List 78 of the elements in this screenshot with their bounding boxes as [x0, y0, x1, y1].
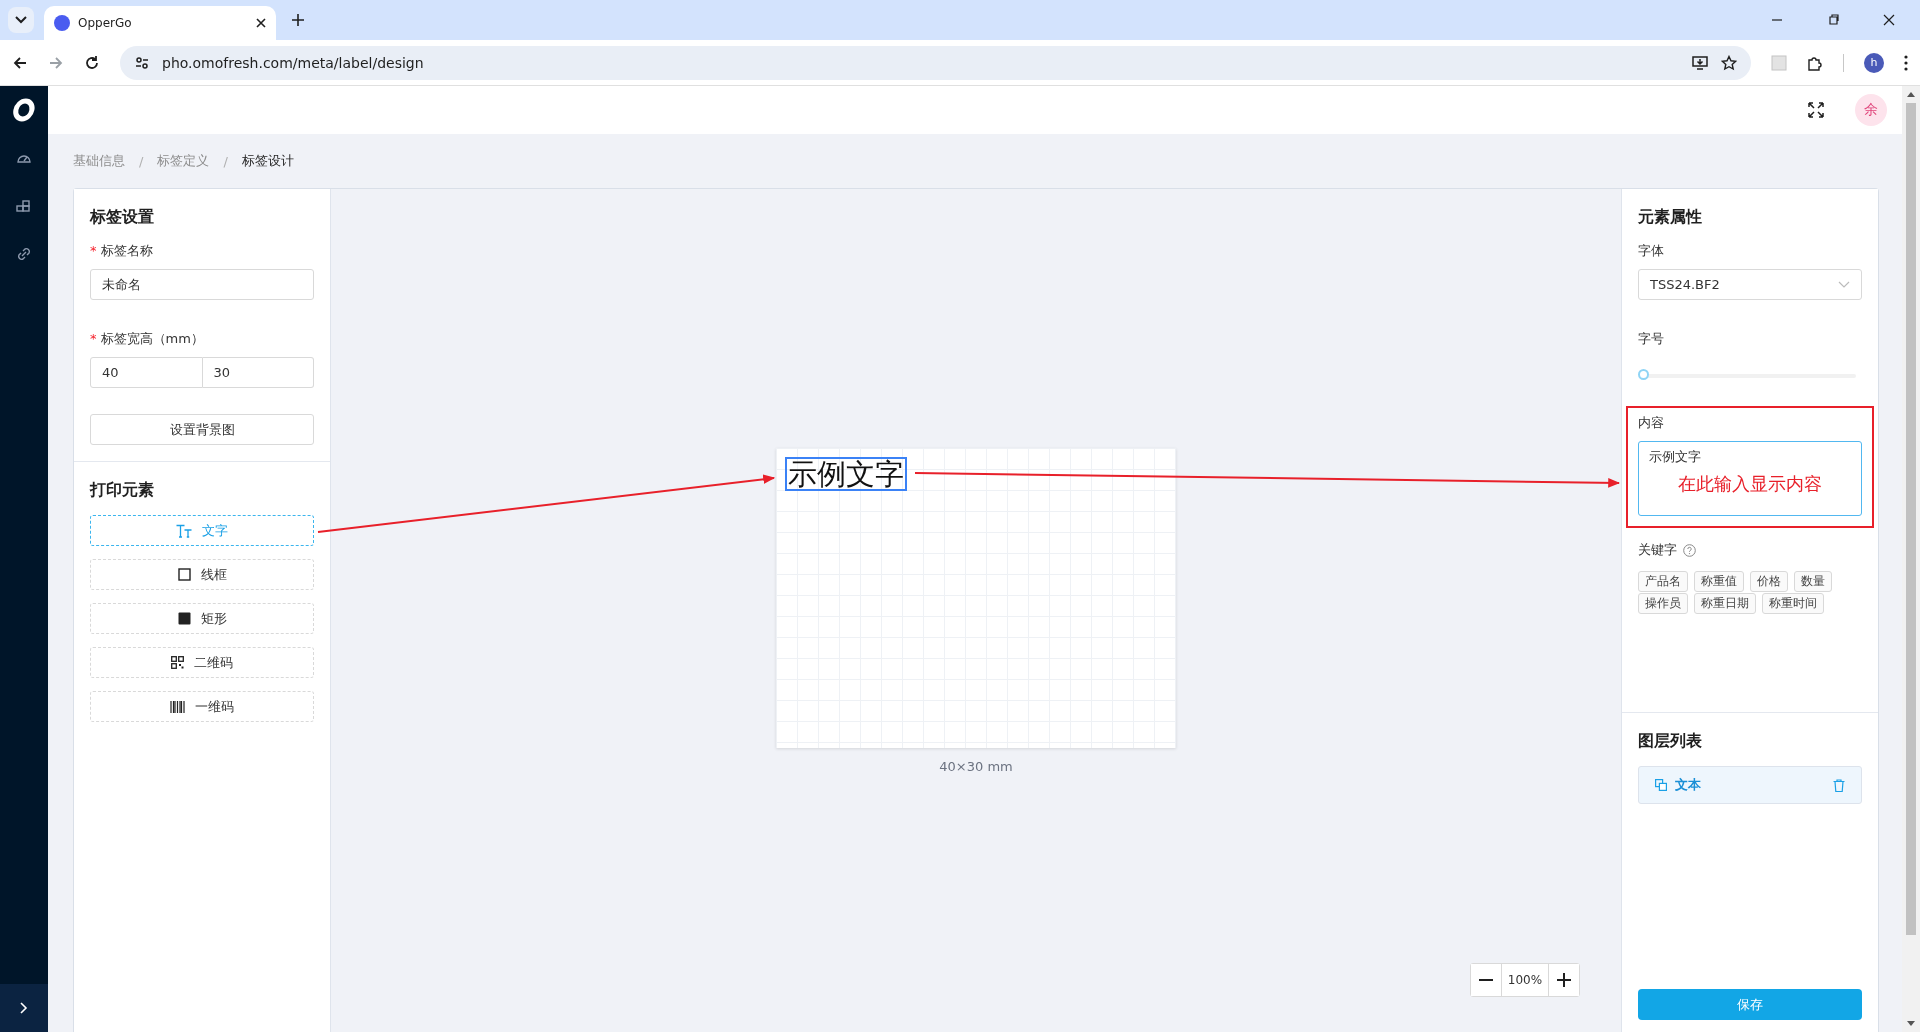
- zoom-level: 100%: [1506, 972, 1544, 989]
- breadcrumb-separator: /: [223, 153, 228, 169]
- field-label: 关键字: [1638, 541, 1677, 559]
- label-size-caption: 40×30 mm: [939, 759, 1013, 774]
- browser-tab[interactable]: OpperGo: [44, 6, 276, 40]
- font-select[interactable]: TSS24.BF2: [1638, 269, 1862, 300]
- new-tab-icon[interactable]: [292, 14, 304, 26]
- keyword-tag[interactable]: 操作员: [1638, 593, 1688, 614]
- url-text: pho.omofresh.com/meta/label/design: [162, 54, 424, 71]
- chevron-down-icon: [1838, 280, 1850, 289]
- tab-list-button[interactable]: [8, 7, 34, 33]
- panel-title: 打印元素: [90, 480, 155, 501]
- blocks-icon[interactable]: [16, 198, 32, 214]
- add-element-button[interactable]: 二维码: [90, 647, 314, 678]
- help-icon[interactable]: [1683, 543, 1696, 557]
- keyword-tag[interactable]: 产品名: [1638, 571, 1688, 592]
- fullscreen-icon[interactable]: [1808, 102, 1824, 118]
- panel-title: 标签设置: [90, 207, 155, 228]
- breadcrumb-separator: /: [139, 153, 144, 169]
- filled-square-icon: [177, 612, 191, 625]
- restore-icon[interactable]: [1827, 14, 1839, 26]
- field-label: 标签宽高（mm）: [100, 331, 204, 346]
- keyword-tag[interactable]: 称重日期: [1694, 593, 1756, 614]
- forward-arrow-icon[interactable]: [48, 54, 64, 71]
- field-label: 字体: [1638, 242, 1665, 260]
- add-element-button[interactable]: 线框: [90, 559, 314, 590]
- height-field[interactable]: 30: [202, 357, 314, 388]
- scrollbar-thumb[interactable]: [1906, 103, 1916, 935]
- label-name-field[interactable]: 未命名: [90, 269, 314, 300]
- qr-code-icon: [171, 656, 184, 669]
- logo-icon[interactable]: [12, 98, 36, 122]
- address-bar[interactable]: pho.omofresh.com/meta/label/design: [120, 45, 1751, 80]
- zoom-out-button[interactable]: [1471, 964, 1502, 996]
- add-element-button[interactable]: 矩形: [90, 603, 314, 634]
- reload-icon[interactable]: [84, 54, 100, 71]
- keyword-tag[interactable]: 称重值: [1694, 571, 1744, 592]
- menu-icon[interactable]: [1904, 54, 1908, 71]
- barcode-icon: [170, 700, 185, 713]
- back-arrow-icon[interactable]: [12, 54, 28, 71]
- scrollbar[interactable]: [1902, 86, 1920, 1032]
- square-outline-icon: [177, 568, 191, 581]
- field-label: 内容: [1638, 414, 1665, 432]
- canvas-text-element[interactable]: 示例文字: [785, 457, 907, 491]
- field-label: 字号: [1638, 330, 1665, 348]
- scroll-up-icon[interactable]: [1907, 92, 1915, 97]
- chevron-down-icon: [15, 16, 27, 24]
- required-mark: *: [90, 243, 97, 258]
- annotation-text: 在此输入显示内容: [1677, 472, 1823, 496]
- add-element-button[interactable]: 一维码: [90, 691, 314, 722]
- profile-avatar[interactable]: h: [1864, 52, 1884, 73]
- slider-thumb[interactable]: [1638, 369, 1649, 380]
- link-icon[interactable]: [16, 246, 32, 262]
- content-textarea[interactable]: 示例文字 在此输入显示内容: [1638, 441, 1862, 516]
- field-label: 标签名称: [100, 243, 153, 258]
- set-background-button[interactable]: 设置背景图: [90, 414, 314, 445]
- width-field[interactable]: 40: [90, 357, 203, 388]
- tab-title: OpperGo: [78, 16, 133, 30]
- close-window-icon[interactable]: [1883, 14, 1895, 26]
- panel-title: 图层列表: [1638, 731, 1703, 752]
- text-type-icon: [176, 523, 192, 538]
- panel-title: 元素属性: [1638, 207, 1703, 228]
- scroll-down-icon[interactable]: [1907, 1021, 1915, 1026]
- keyword-tag[interactable]: 数量: [1794, 571, 1832, 592]
- minus-icon: [1479, 979, 1493, 981]
- chevron-right-icon: [20, 1002, 28, 1014]
- close-icon[interactable]: [256, 18, 266, 28]
- zoom-in-button[interactable]: [1548, 964, 1579, 996]
- trash-icon[interactable]: [1833, 778, 1845, 792]
- bookmark-star-icon[interactable]: [1721, 54, 1737, 71]
- keyword-tag[interactable]: 称重时间: [1762, 593, 1824, 614]
- plus-icon: [1557, 973, 1571, 987]
- keyword-tag[interactable]: 价格: [1750, 571, 1788, 592]
- site-favicon-icon: [54, 15, 70, 31]
- install-app-icon[interactable]: [1691, 54, 1709, 71]
- site-settings-icon[interactable]: [134, 54, 150, 71]
- required-mark: *: [90, 331, 97, 346]
- puzzle-icon[interactable]: [1807, 54, 1823, 71]
- copy-layers-icon: [1655, 779, 1667, 791]
